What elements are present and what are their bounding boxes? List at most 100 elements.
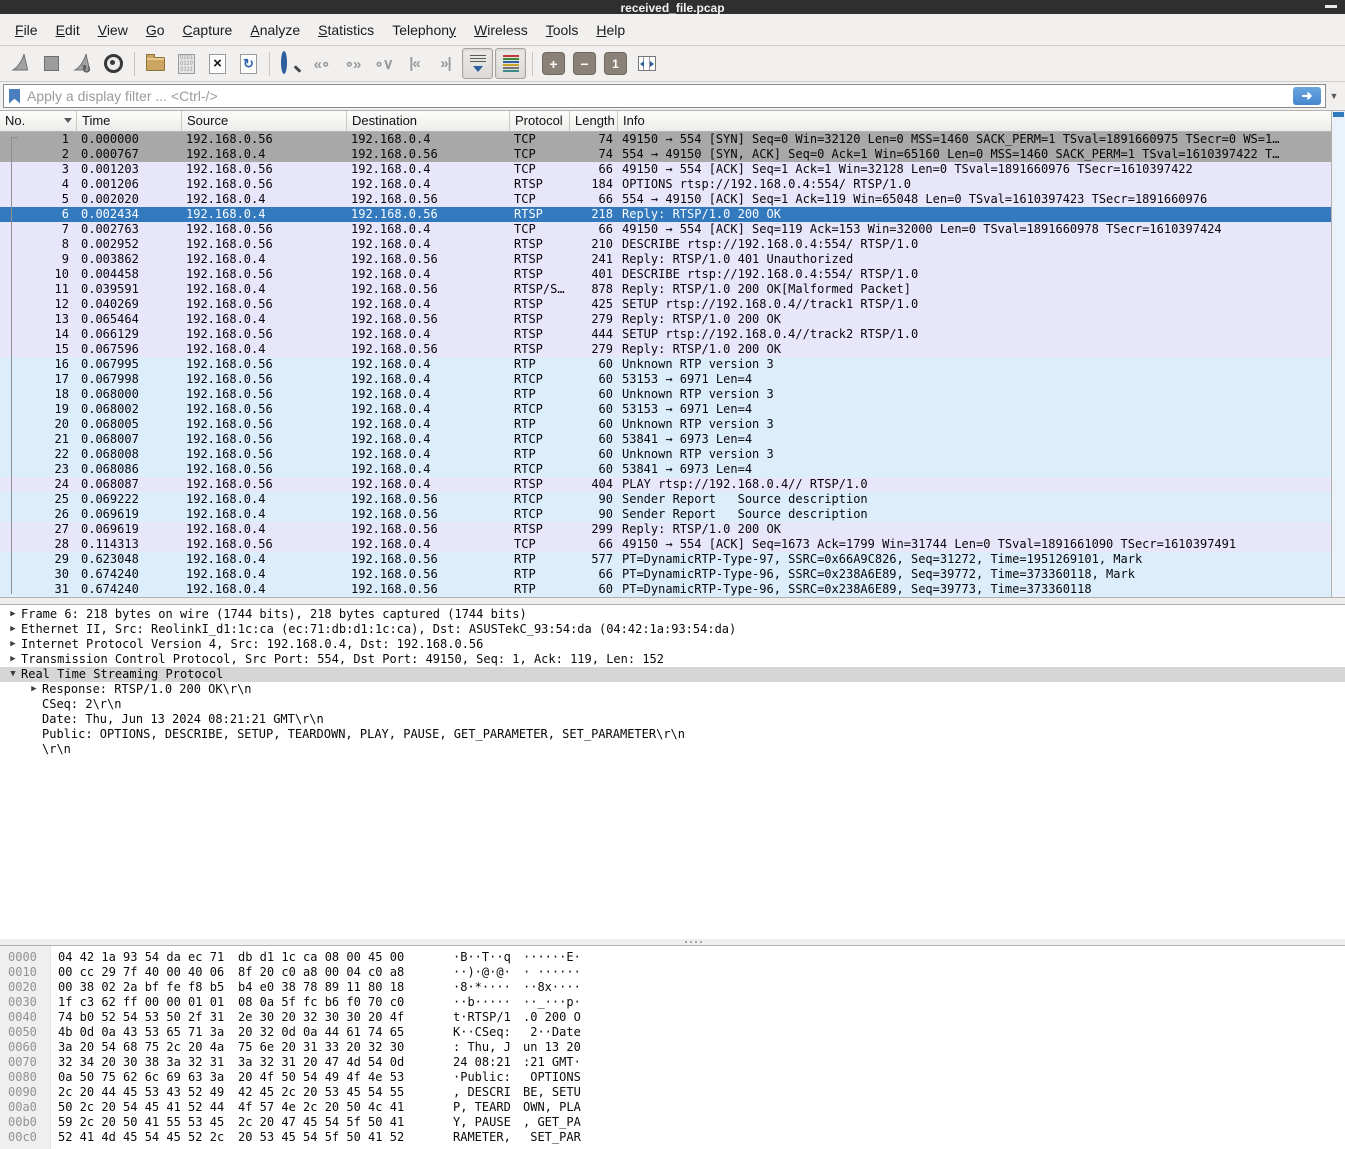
menu-item-tools[interactable]: Tools [537, 18, 588, 42]
details-row[interactable]: ▶Ethernet II, Src: ReolinkI_d1:1c:ca (ec… [0, 622, 1345, 637]
hex-row[interactable]: 00301f c3 62 ff 00 00 01 0108 0a 5f fc b… [0, 995, 1345, 1010]
packet-row[interactable]: 100.004458192.168.0.56192.168.0.4RTSP401… [0, 267, 1332, 282]
open-file-button[interactable] [141, 49, 170, 78]
packet-row[interactable]: 10.000000192.168.0.56192.168.0.4TCP74491… [0, 132, 1332, 147]
menu-item-edit[interactable]: Edit [47, 18, 89, 42]
column-header-protocol[interactable]: Protocol [510, 111, 570, 131]
menu-item-analyze[interactable]: Analyze [241, 18, 309, 42]
packet-row[interactable]: 230.068086192.168.0.56192.168.0.4RTCP605… [0, 462, 1332, 477]
column-header-time[interactable]: Time [77, 111, 182, 131]
packet-row[interactable]: 20.000767192.168.0.4192.168.0.56TCP74554… [0, 147, 1332, 162]
details-row[interactable]: Date: Thu, Jun 13 2024 08:21:21 GMT\r\n [0, 712, 1345, 727]
packet-row[interactable]: 290.623048192.168.0.4192.168.0.56RTP577P… [0, 552, 1332, 567]
list-details-splitter[interactable] [0, 598, 1345, 605]
next-packet-button[interactable]: ∘» [338, 49, 367, 78]
packet-row[interactable]: 190.068002192.168.0.56192.168.0.4RTCP605… [0, 402, 1332, 417]
stop-capture-button[interactable] [37, 49, 66, 78]
packet-row[interactable]: 80.002952192.168.0.56192.168.0.4RTSP210D… [0, 237, 1332, 252]
packet-row[interactable]: 40.001206192.168.0.56192.168.0.4RTSP184O… [0, 177, 1332, 192]
packet-list-scrollbar[interactable] [1331, 111, 1345, 597]
goto-packet-button[interactable]: ∘∨ [369, 49, 398, 78]
column-header-info[interactable]: Info [618, 111, 1332, 131]
details-row[interactable]: ▶Response: RTSP/1.0 200 OK\r\n [0, 682, 1345, 697]
packet-row[interactable]: 120.040269192.168.0.56192.168.0.4RTSP425… [0, 297, 1332, 312]
filter-dropdown-arrow-icon[interactable]: ▼ [1326, 91, 1342, 101]
menu-item-help[interactable]: Help [587, 18, 634, 42]
packet-row[interactable]: 180.068000192.168.0.56192.168.0.4RTP60Un… [0, 387, 1332, 402]
details-row[interactable]: \r\n [0, 742, 1345, 757]
resize-columns-button[interactable] [632, 49, 661, 78]
details-row[interactable]: ▶Transmission Control Protocol, Src Port… [0, 652, 1345, 667]
zoom-in-button[interactable]: + [539, 49, 568, 78]
details-row[interactable]: ▼Real Time Streaming Protocol [0, 667, 1345, 682]
packet-row[interactable]: 250.069222192.168.0.4192.168.0.56RTCP90S… [0, 492, 1332, 507]
details-row[interactable]: ▶Frame 6: 218 bytes on wire (1744 bits),… [0, 607, 1345, 622]
hex-row[interactable]: 00902c 20 44 45 53 43 52 4942 45 2c 20 5… [0, 1085, 1345, 1100]
minimize-button[interactable] [1325, 5, 1337, 8]
packet-row[interactable]: 110.039591192.168.0.4192.168.0.56RTSP/SD… [0, 282, 1332, 297]
find-packet-button[interactable] [276, 49, 305, 78]
expand-arrow-icon[interactable]: ▶ [5, 637, 21, 652]
expand-arrow-icon[interactable]: ▶ [5, 607, 21, 622]
hex-row[interactable]: 004074 b0 52 54 53 50 2f 312e 30 20 32 3… [0, 1010, 1345, 1025]
previous-packet-button[interactable]: «∘ [307, 49, 336, 78]
packet-row[interactable]: 300.674240192.168.0.4192.168.0.56RTP66PT… [0, 567, 1332, 582]
hex-row[interactable]: 00b059 2c 20 50 41 55 53 452c 20 47 45 5… [0, 1115, 1345, 1130]
packet-row[interactable]: 140.066129192.168.0.56192.168.0.4RTSP444… [0, 327, 1332, 342]
zoom-out-button[interactable]: − [570, 49, 599, 78]
hex-row[interactable]: 00c052 41 4d 45 54 45 52 2c20 53 45 54 5… [0, 1130, 1345, 1145]
packet-row[interactable]: 30.001203192.168.0.56192.168.0.4TCP66491… [0, 162, 1332, 177]
hex-row[interactable]: 007032 34 20 30 38 3a 32 313a 32 31 20 4… [0, 1055, 1345, 1070]
menu-item-go[interactable]: Go [137, 18, 174, 42]
hex-row[interactable]: 002000 38 02 2a bf fe f8 b5b4 e0 38 78 8… [0, 980, 1345, 995]
details-bytes-splitter[interactable] [0, 939, 1345, 946]
first-packet-button[interactable]: |« [400, 49, 429, 78]
column-header-source[interactable]: Source [182, 111, 347, 131]
column-header-length[interactable]: Length [570, 111, 618, 131]
details-row[interactable]: ▶Internet Protocol Version 4, Src: 192.1… [0, 637, 1345, 652]
start-capture-button[interactable] [6, 49, 35, 78]
expand-arrow-icon[interactable]: ▶ [26, 682, 42, 697]
packet-row[interactable]: 60.002434192.168.0.4192.168.0.56RTSP218R… [0, 207, 1332, 222]
packet-row[interactable]: 200.068005192.168.0.56192.168.0.4RTP60Un… [0, 417, 1332, 432]
menu-item-wireless[interactable]: Wireless [465, 18, 537, 42]
packet-row[interactable]: 50.002020192.168.0.4192.168.0.56TCP66554… [0, 192, 1332, 207]
packet-row[interactable]: 70.002763192.168.0.56192.168.0.4TCP66491… [0, 222, 1332, 237]
expand-arrow-icon[interactable]: ▶ [5, 622, 21, 637]
packet-row[interactable]: 220.068008192.168.0.56192.168.0.4RTP60Un… [0, 447, 1332, 462]
hex-row[interactable]: 001000 cc 29 7f 40 00 40 068f 20 c0 a8 0… [0, 965, 1345, 980]
packet-row[interactable]: 310.674240192.168.0.4192.168.0.56RTP60PT… [0, 582, 1332, 597]
bookmark-icon[interactable] [9, 89, 20, 104]
hex-row[interactable]: 00800a 50 75 62 6c 69 63 3a20 4f 50 54 4… [0, 1070, 1345, 1085]
details-row[interactable]: Public: OPTIONS, DESCRIBE, SETUP, TEARDO… [0, 727, 1345, 742]
packet-row[interactable]: 160.067995192.168.0.56192.168.0.4RTP60Un… [0, 357, 1332, 372]
collapse-arrow-icon[interactable]: ▼ [5, 667, 21, 682]
menu-item-capture[interactable]: Capture [174, 18, 242, 42]
packet-row[interactable]: 280.114313192.168.0.56192.168.0.4TCP6649… [0, 537, 1332, 552]
hex-row[interactable]: 00a050 2c 20 54 45 41 52 444f 57 4e 2c 2… [0, 1100, 1345, 1115]
hex-row[interactable]: 00504b 0d 0a 43 53 65 71 3a20 32 0d 0a 4… [0, 1025, 1345, 1040]
close-file-button[interactable]: × [203, 49, 232, 78]
expand-arrow-icon[interactable]: ▶ [5, 652, 21, 667]
last-packet-button[interactable]: »| [431, 49, 460, 78]
packet-row[interactable]: 240.068087192.168.0.56192.168.0.4RTSP404… [0, 477, 1332, 492]
menu-item-telephony[interactable]: Telephony [383, 18, 465, 42]
menu-item-file[interactable]: File [6, 18, 47, 42]
packet-row[interactable]: 130.065464192.168.0.4192.168.0.56RTSP279… [0, 312, 1332, 327]
menu-item-statistics[interactable]: Statistics [309, 18, 383, 42]
colorize-button[interactable] [495, 48, 526, 79]
auto-scroll-button[interactable] [462, 48, 493, 79]
packet-row[interactable]: 260.069619192.168.0.4192.168.0.56RTCP90S… [0, 507, 1332, 522]
column-header-no[interactable]: No. [0, 111, 77, 131]
packet-row[interactable]: 90.003862192.168.0.4192.168.0.56RTSP241R… [0, 252, 1332, 267]
hex-row[interactable]: 00603a 20 54 68 75 2c 20 4a75 6e 20 31 3… [0, 1040, 1345, 1055]
apply-filter-button[interactable]: ➜ [1293, 87, 1321, 105]
menu-item-view[interactable]: View [89, 18, 137, 42]
save-file-button[interactable]: 010101100111 [172, 49, 201, 78]
details-row[interactable]: CSeq: 2\r\n [0, 697, 1345, 712]
restart-capture-button[interactable]: ↻ [68, 49, 97, 78]
packet-row[interactable]: 270.069619192.168.0.4192.168.0.56RTSP299… [0, 522, 1332, 537]
hex-row[interactable]: 000004 42 1a 93 54 da ec 71db d1 1c ca 0… [0, 950, 1345, 965]
capture-options-button[interactable] [99, 49, 128, 78]
packet-row[interactable]: 150.067596192.168.0.4192.168.0.56RTSP279… [0, 342, 1332, 357]
